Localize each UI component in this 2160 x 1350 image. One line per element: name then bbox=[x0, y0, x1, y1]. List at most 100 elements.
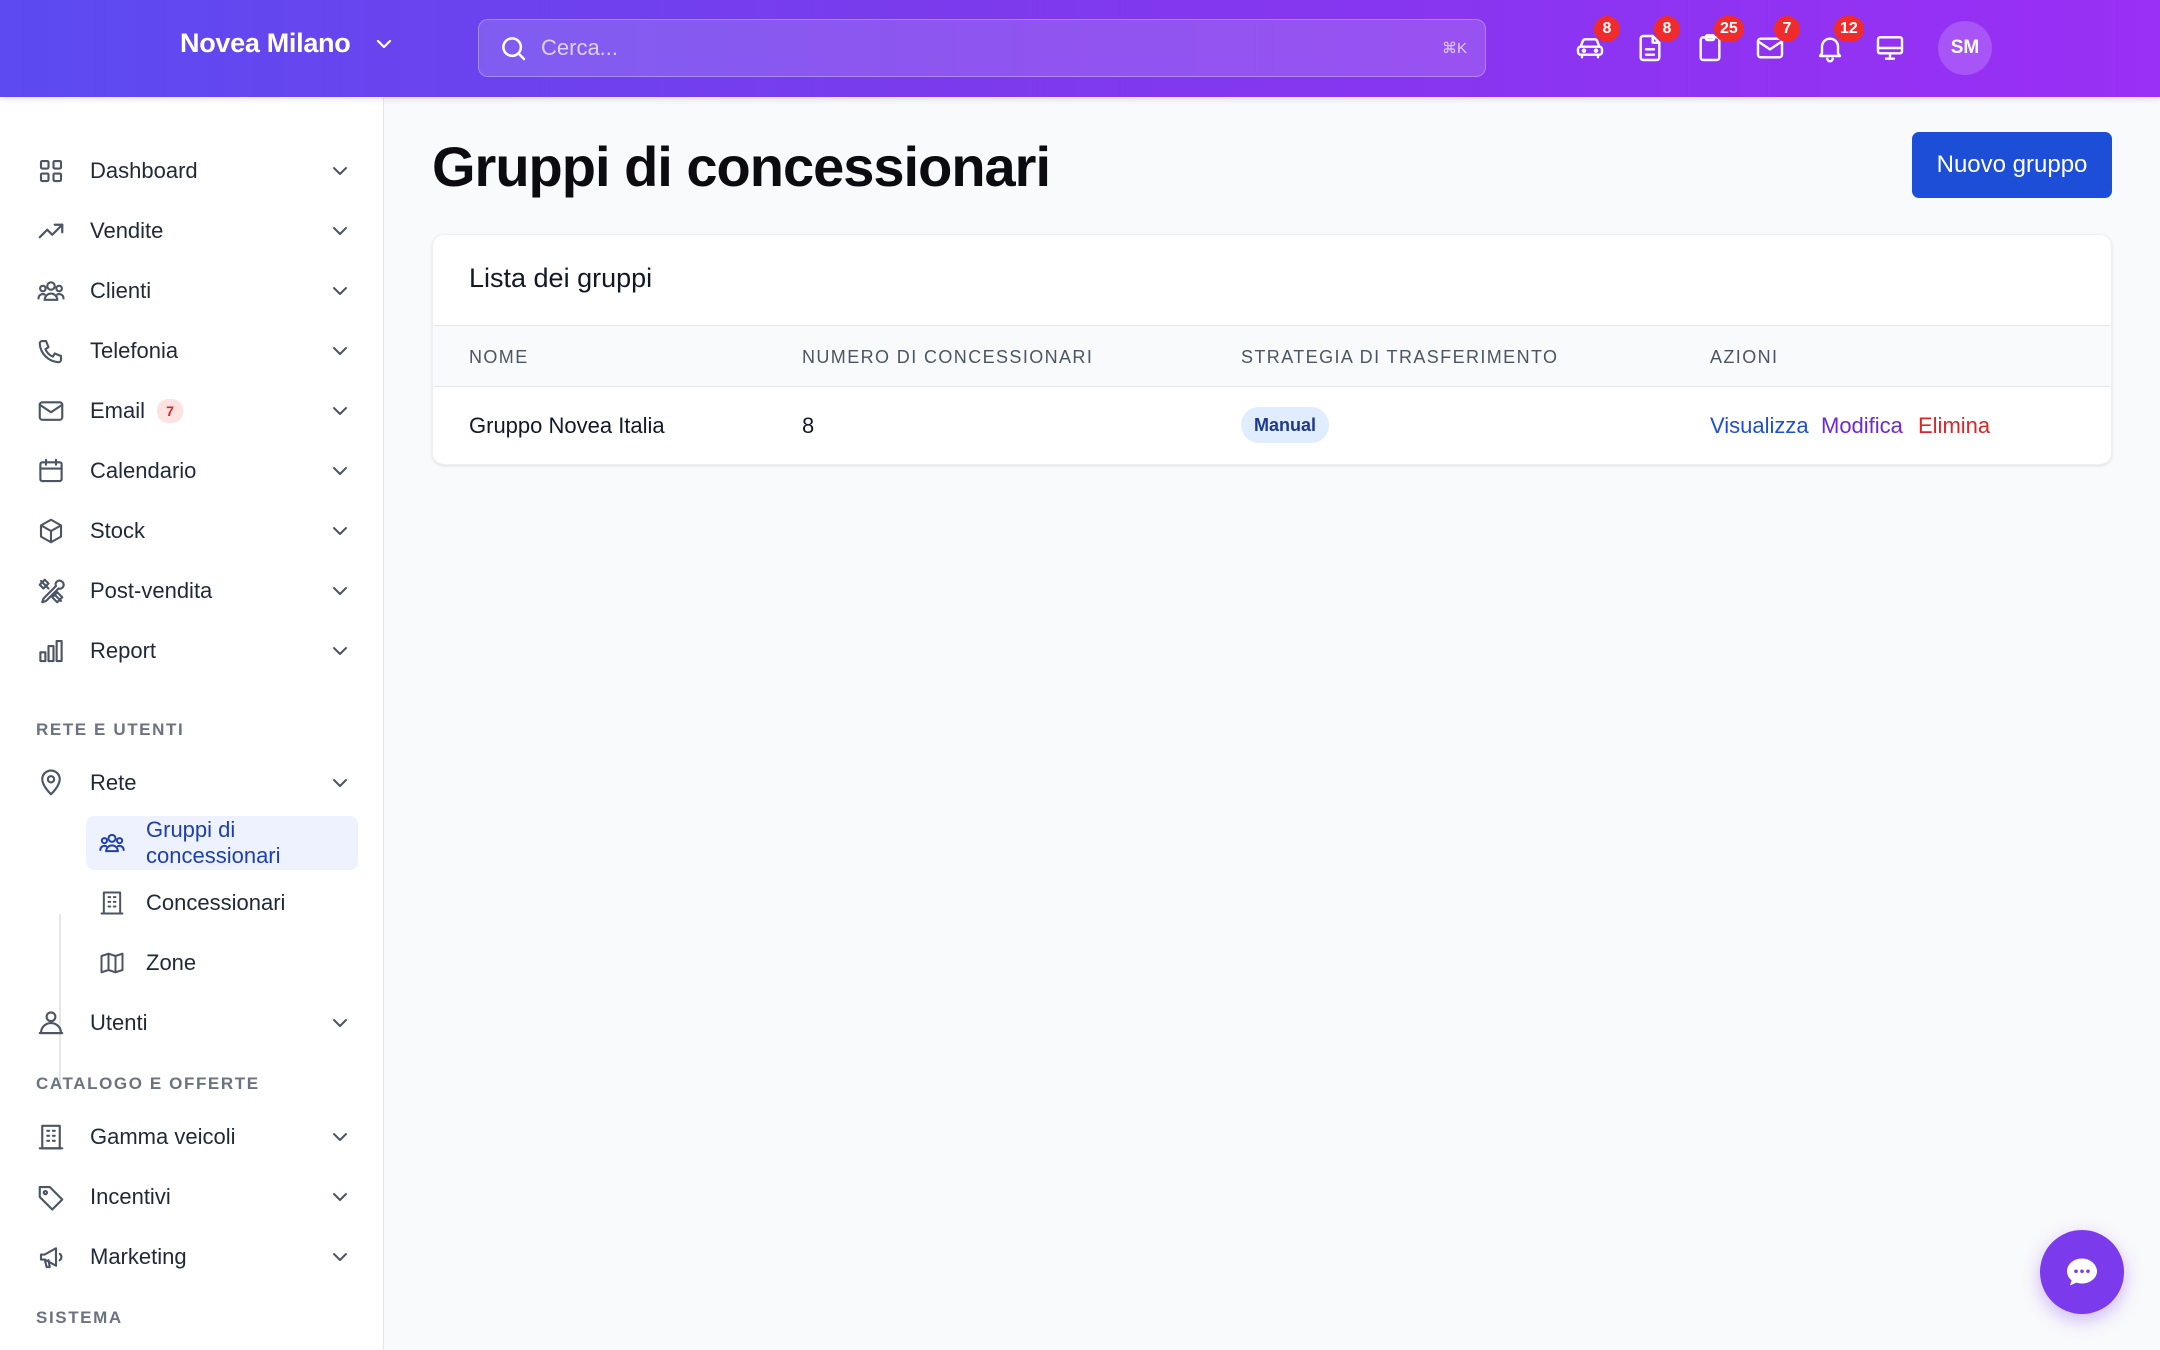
search-shortcut: ⌘K bbox=[1441, 40, 1467, 57]
sidebar-item-post-vendita[interactable]: Post-vendita bbox=[36, 565, 352, 617]
chevron-down-icon bbox=[333, 287, 347, 295]
building-icon bbox=[36, 1122, 66, 1152]
sidebar-item-rete[interactable]: Rete bbox=[36, 757, 352, 809]
cell-numero: 8 bbox=[802, 413, 815, 438]
notifications-button[interactable]: 12 bbox=[1814, 16, 1864, 64]
notification-badge: 25 bbox=[1714, 16, 1744, 42]
chevron-down-icon bbox=[333, 227, 347, 235]
chevron-down-icon bbox=[333, 167, 347, 175]
strategy-badge: Manual bbox=[1241, 407, 1330, 443]
notification-badge: 8 bbox=[1654, 16, 1680, 42]
sidebar-item-marketing[interactable]: Marketing bbox=[36, 1231, 352, 1283]
sidebar-item-label: Report bbox=[90, 638, 157, 663]
sidebar-item-label: Concessionari bbox=[146, 890, 286, 915]
sidebar-item-label: Utenti bbox=[90, 1010, 148, 1035]
notification-badge: 8 bbox=[1594, 16, 1620, 42]
chevron-down-icon bbox=[333, 407, 347, 415]
chat-icon bbox=[2067, 1258, 2097, 1286]
section-heading-rete-utenti: RETE E UTENTI bbox=[36, 720, 185, 739]
sidebar-item-label: Incentivi bbox=[90, 1184, 171, 1209]
chevron-down-icon bbox=[333, 779, 347, 787]
section-heading-catalogo-offerte: CATALOGO E OFFERTE bbox=[36, 1074, 260, 1093]
table-header: NOME NUMERO DI CONCESSIONARI STRATEGIA D… bbox=[433, 325, 2111, 387]
notification-badge: 7 bbox=[1774, 16, 1800, 42]
email-count-badge: 7 bbox=[157, 399, 184, 423]
sidebar-item-label: Zone bbox=[146, 950, 197, 975]
cube-icon bbox=[36, 516, 66, 546]
notification-badge: 12 bbox=[1834, 16, 1864, 42]
user-icon bbox=[36, 1008, 66, 1038]
sidebar-item-utenti[interactable]: Utenti bbox=[36, 997, 352, 1049]
sidebar-subitem-gruppi-concessionari[interactable]: Gruppi di concessionari bbox=[86, 816, 358, 870]
tasks-button[interactable]: 25 bbox=[1694, 16, 1744, 64]
column-header-nome: NOME bbox=[469, 347, 529, 367]
sidebar-item-gamma-veicoli[interactable]: Gamma veicoli bbox=[36, 1111, 352, 1163]
sidebar-item-calendario[interactable]: Calendario bbox=[36, 445, 352, 497]
chevron-down-icon bbox=[333, 347, 347, 355]
car-button[interactable]: 8 bbox=[1574, 16, 1620, 64]
avatar[interactable]: SM bbox=[1938, 21, 1992, 75]
sidebar-item-incentivi[interactable]: Incentivi bbox=[36, 1171, 352, 1223]
sidebar-item-stock[interactable]: Stock bbox=[36, 505, 352, 557]
chevron-down-icon bbox=[333, 587, 347, 595]
bar-chart-icon bbox=[36, 636, 66, 666]
calendar-icon bbox=[36, 456, 66, 486]
sidebar-item-label: Gamma veicoli bbox=[90, 1124, 236, 1149]
org-switcher[interactable]: Novea Milano bbox=[180, 28, 396, 59]
card-title: Lista dei gruppi bbox=[469, 263, 653, 293]
sidebar-item-email[interactable]: Email 7 bbox=[36, 385, 352, 437]
section-heading-sistema: SISTEMA bbox=[36, 1308, 123, 1327]
messages-button[interactable]: 7 bbox=[1754, 16, 1800, 64]
page-title: Gruppi di concessionari bbox=[432, 135, 1051, 198]
search-icon bbox=[502, 37, 526, 61]
chevron-down-icon bbox=[333, 527, 347, 535]
sidebar-item-label: Vendite bbox=[90, 218, 164, 243]
sidebar-item-clienti[interactable]: Clienti bbox=[36, 265, 352, 317]
monitor-icon bbox=[1876, 36, 1904, 60]
documents-button[interactable]: 8 bbox=[1634, 16, 1680, 64]
building-icon bbox=[98, 889, 126, 917]
sidebar-item-vendite[interactable]: Vendite bbox=[36, 205, 352, 257]
tools-icon bbox=[36, 576, 66, 606]
sidebar-item-label: Post-vendita bbox=[90, 578, 213, 603]
grid-icon bbox=[36, 156, 66, 186]
map-pin-icon bbox=[36, 768, 66, 798]
sidebar-item-label: Rete bbox=[90, 770, 137, 795]
column-header-numero: NUMERO DI CONCESSIONARI bbox=[802, 347, 1094, 367]
tag-icon bbox=[36, 1182, 66, 1212]
chevron-down-icon bbox=[377, 39, 392, 48]
column-header-azioni: AZIONI bbox=[1710, 347, 1779, 367]
table-row: Gruppo Novea Italia 8 Manual Visualizza … bbox=[433, 387, 2111, 464]
cell-nome: Gruppo Novea Italia bbox=[469, 413, 665, 438]
mail-icon bbox=[36, 396, 66, 426]
megaphone-icon bbox=[36, 1242, 66, 1272]
column-header-strategia: STRATEGIA DI TRASFERIMENTO bbox=[1241, 347, 1559, 367]
display-button[interactable] bbox=[1874, 32, 1906, 64]
sidebar-item-label: Telefonia bbox=[90, 338, 179, 363]
edit-link[interactable]: Modifica bbox=[1821, 413, 1903, 439]
chevron-down-icon bbox=[333, 467, 347, 475]
new-group-button[interactable]: Nuovo gruppo bbox=[1912, 132, 2112, 198]
chevron-down-icon bbox=[333, 1019, 347, 1027]
sidebar-item-label: Stock bbox=[90, 518, 146, 543]
top-bar: Novea Milano ⌘K 8 8 25 7 12 SM bbox=[0, 0, 2160, 97]
sidebar-subitem-zone[interactable]: Zone bbox=[86, 936, 196, 990]
chat-button[interactable] bbox=[2040, 1230, 2124, 1314]
sidebar-item-label: Calendario bbox=[90, 458, 197, 483]
sidebar-item-report[interactable]: Report bbox=[36, 625, 352, 677]
view-link[interactable]: Visualizza bbox=[1710, 413, 1809, 439]
users-icon bbox=[36, 276, 66, 306]
org-name: Novea Milano bbox=[180, 28, 351, 58]
sidebar-item-label: Dashboard bbox=[90, 158, 198, 183]
sidebar-item-dashboard[interactable]: Dashboard bbox=[36, 145, 352, 197]
search-bar: ⌘K bbox=[478, 19, 1486, 77]
delete-link[interactable]: Elimina bbox=[1918, 413, 1990, 439]
map-icon bbox=[98, 949, 126, 977]
sidebar-item-label: Email bbox=[90, 398, 146, 423]
search-input[interactable] bbox=[541, 20, 1401, 76]
sidebar-item-telefonia[interactable]: Telefonia bbox=[36, 325, 352, 377]
sidebar-subitem-concessionari[interactable]: Concessionari bbox=[86, 876, 285, 930]
sidebar-item-label: Clienti bbox=[90, 278, 152, 303]
sidebar-item-label: Gruppi di concessionari bbox=[146, 817, 281, 868]
trending-up-icon bbox=[36, 216, 66, 246]
